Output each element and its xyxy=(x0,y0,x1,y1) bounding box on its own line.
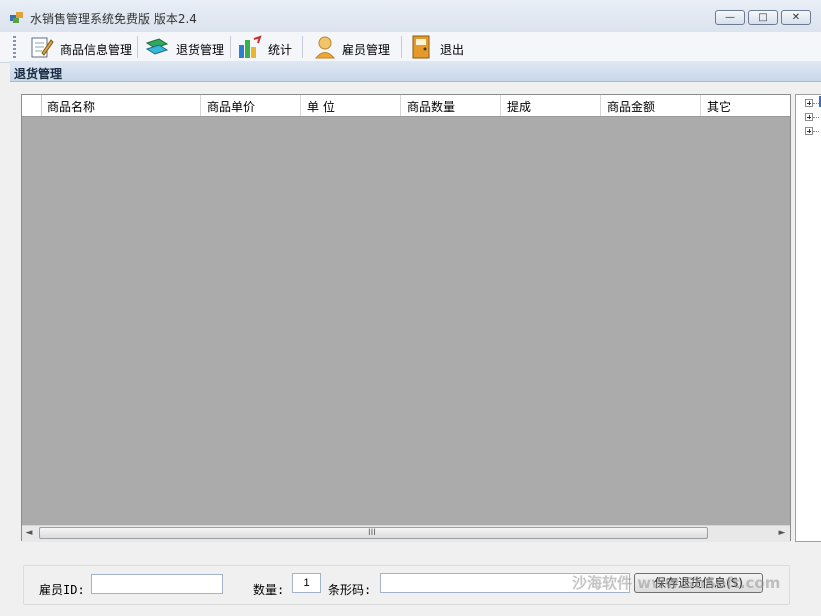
toolbar-stats-label: 统计 xyxy=(268,43,293,57)
employee-id-input[interactable] xyxy=(91,574,223,594)
column-divider xyxy=(700,95,701,116)
child-window-titlebar[interactable] xyxy=(10,61,821,82)
edit-icon xyxy=(31,37,54,58)
quantity-label: 数量: xyxy=(253,583,285,597)
close-button[interactable]: ✕ xyxy=(781,10,811,25)
grid-corner-cell[interactable] xyxy=(22,95,42,116)
column-header-unit[interactable]: 单 位 xyxy=(307,98,335,115)
return-icon xyxy=(145,38,169,55)
toolbar-product-info-button[interactable]: 商品信息管理 xyxy=(30,35,134,59)
employee-id-label: 雇员ID: xyxy=(39,583,85,597)
column-divider xyxy=(400,95,401,116)
scrollbar-grip-icon: III xyxy=(368,528,376,538)
column-header-product-name[interactable]: 商品名称 xyxy=(47,98,95,115)
returns-data-grid[interactable] xyxy=(21,94,791,541)
toolbar-separator xyxy=(230,36,231,58)
watermark-text: 沙海软件 www.ShSoft.com xyxy=(572,574,781,592)
column-divider xyxy=(200,95,201,116)
quantity-input[interactable] xyxy=(292,573,321,593)
maximize-icon: □ xyxy=(758,12,768,23)
tree-line xyxy=(813,117,819,119)
window-title: 水销售管理系统免费版 版本2.4 xyxy=(30,12,197,26)
scroll-left-icon[interactable]: ◄ xyxy=(24,527,34,539)
child-window-title: 退货管理 xyxy=(14,67,63,81)
toolbar-grip[interactable] xyxy=(13,36,16,58)
category-tree[interactable] xyxy=(795,94,821,542)
stats-icon xyxy=(239,35,262,58)
column-header-unit-price[interactable]: 商品单价 xyxy=(207,98,255,115)
exit-icon xyxy=(412,35,430,59)
column-divider xyxy=(300,95,301,116)
minimize-icon: — xyxy=(725,12,735,23)
app-icon xyxy=(10,12,23,23)
tree-line xyxy=(813,131,819,133)
toolbar-returns-label: 退货管理 xyxy=(176,43,225,57)
column-divider xyxy=(600,95,601,116)
tree-expand-icon[interactable] xyxy=(805,99,813,107)
tree-expand-icon[interactable] xyxy=(805,127,813,135)
maximize-button[interactable]: □ xyxy=(748,10,778,25)
minimize-button[interactable]: — xyxy=(715,10,745,25)
column-header-other[interactable]: 其它 xyxy=(707,98,731,115)
scroll-right-icon[interactable]: ► xyxy=(777,527,787,539)
toolbar-product-info-label: 商品信息管理 xyxy=(60,43,133,57)
tree-expand-icon[interactable] xyxy=(805,113,813,121)
employee-icon xyxy=(314,36,336,59)
toolbar-separator xyxy=(137,36,138,58)
column-header-amount[interactable]: 商品金额 xyxy=(607,98,655,115)
toolbar-stats-button[interactable]: 统计 xyxy=(238,35,294,59)
grid-header-row xyxy=(22,95,790,117)
column-header-commission[interactable]: 提成 xyxy=(507,98,531,115)
toolbar-employee-button[interactable]: 雇员管理 xyxy=(313,35,393,59)
close-icon: ✕ xyxy=(791,12,801,23)
toolbar-exit-button[interactable]: 退出 xyxy=(410,35,468,59)
barcode-label: 条形码: xyxy=(328,583,372,597)
toolbar-separator xyxy=(401,36,402,58)
column-header-quantity[interactable]: 商品数量 xyxy=(407,98,455,115)
toolbar-returns-button[interactable]: 退货管理 xyxy=(145,35,227,59)
toolbar-exit-label: 退出 xyxy=(440,43,465,57)
toolbar-employee-label: 雇员管理 xyxy=(342,43,391,57)
column-divider xyxy=(500,95,501,116)
toolbar-separator xyxy=(302,36,303,58)
